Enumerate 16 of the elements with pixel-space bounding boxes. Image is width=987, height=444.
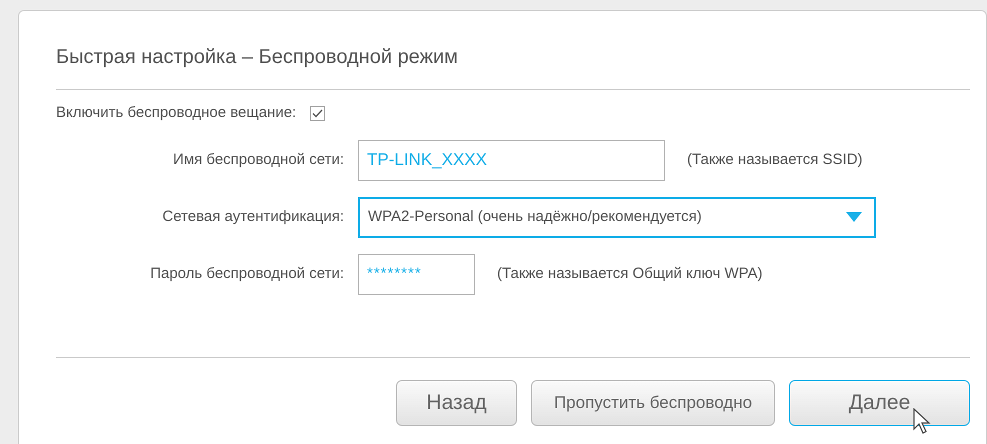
broadcast-checkbox[interactable] — [310, 106, 326, 121]
dropdown-arrow-icon — [846, 212, 862, 222]
panel-title: Быстрая настройка – Беспроводной режим — [56, 45, 459, 70]
cursor-icon — [913, 408, 931, 434]
password-field[interactable]: ******** — [358, 254, 475, 294]
authentication-dropdown[interactable]: WPA2-Personal (очень надёжно/рекомендуется) — [358, 196, 876, 238]
next-button[interactable]: Далее — [789, 380, 970, 426]
field-label: Пароль беспроводной сети: — [149, 264, 344, 284]
field-label: Сетевая аутентификация: — [161, 206, 344, 227]
field-label: Имя беспроводной сети: — [172, 150, 344, 170]
broadcast-label: Включить беспроводное вещание: — [56, 103, 296, 123]
field-hint: (Также называется Общий ключ WPA) — [497, 264, 762, 284]
skip-button[interactable]: Пропустить беспроводно — [531, 380, 775, 426]
field-hint: (Также называется SSID) — [687, 150, 863, 170]
network-name-field[interactable]: TP-LINK_XXXX — [358, 140, 665, 180]
back-button[interactable]: Назад — [396, 380, 517, 426]
